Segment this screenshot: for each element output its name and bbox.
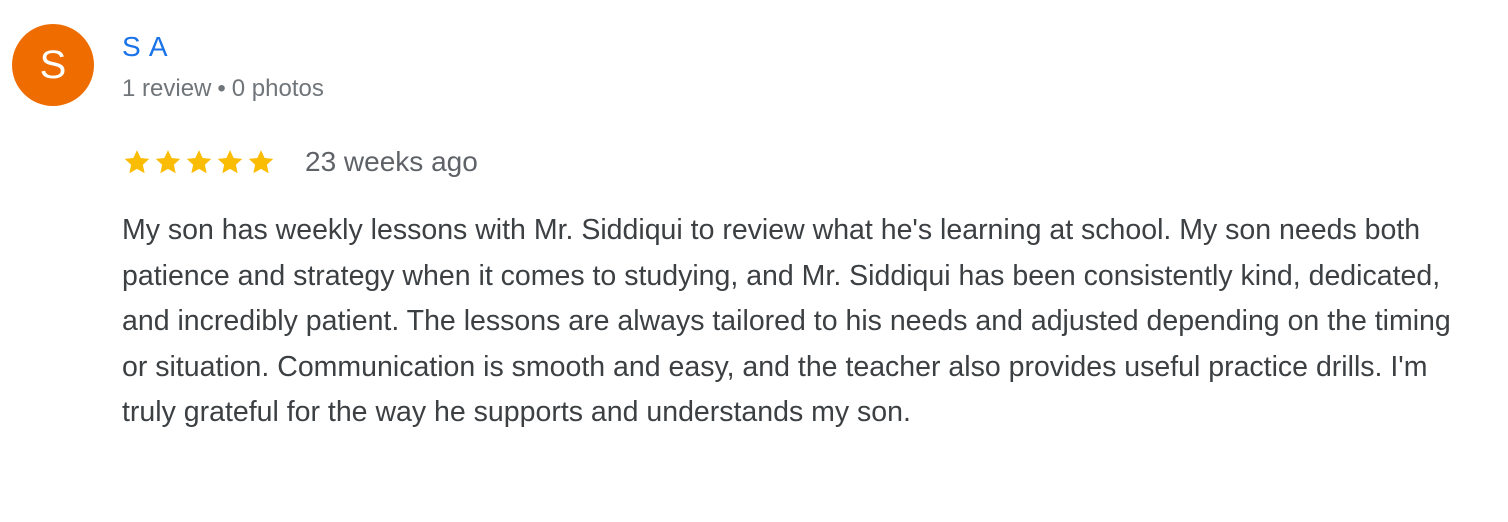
review-card: S S A 1 review • 0 photos 23 weeks ago My …: [0, 0, 1508, 522]
reviewer-avatar[interactable]: S: [12, 24, 94, 106]
avatar-initial: S: [39, 43, 67, 87]
review-text: My son has weekly lessons with Mr. Siddi…: [122, 214, 1451, 428]
star-icon: [186, 150, 212, 174]
reviewer-meta: 1 review • 0 photos: [122, 74, 324, 104]
meta-separator: •: [217, 75, 226, 102]
star-icon: [155, 150, 181, 174]
star-icon: [217, 150, 243, 174]
rating-row: 23 weeks ago: [122, 144, 478, 180]
review-count: 1 review: [122, 75, 212, 102]
review-date: 23 weeks ago: [305, 146, 478, 177]
reviewer-name-link[interactable]: S A: [122, 30, 169, 64]
star-icon: [248, 150, 274, 174]
photo-count: 0 photos: [231, 75, 324, 102]
star-rating: [122, 147, 277, 177]
star-icon: [124, 150, 150, 174]
